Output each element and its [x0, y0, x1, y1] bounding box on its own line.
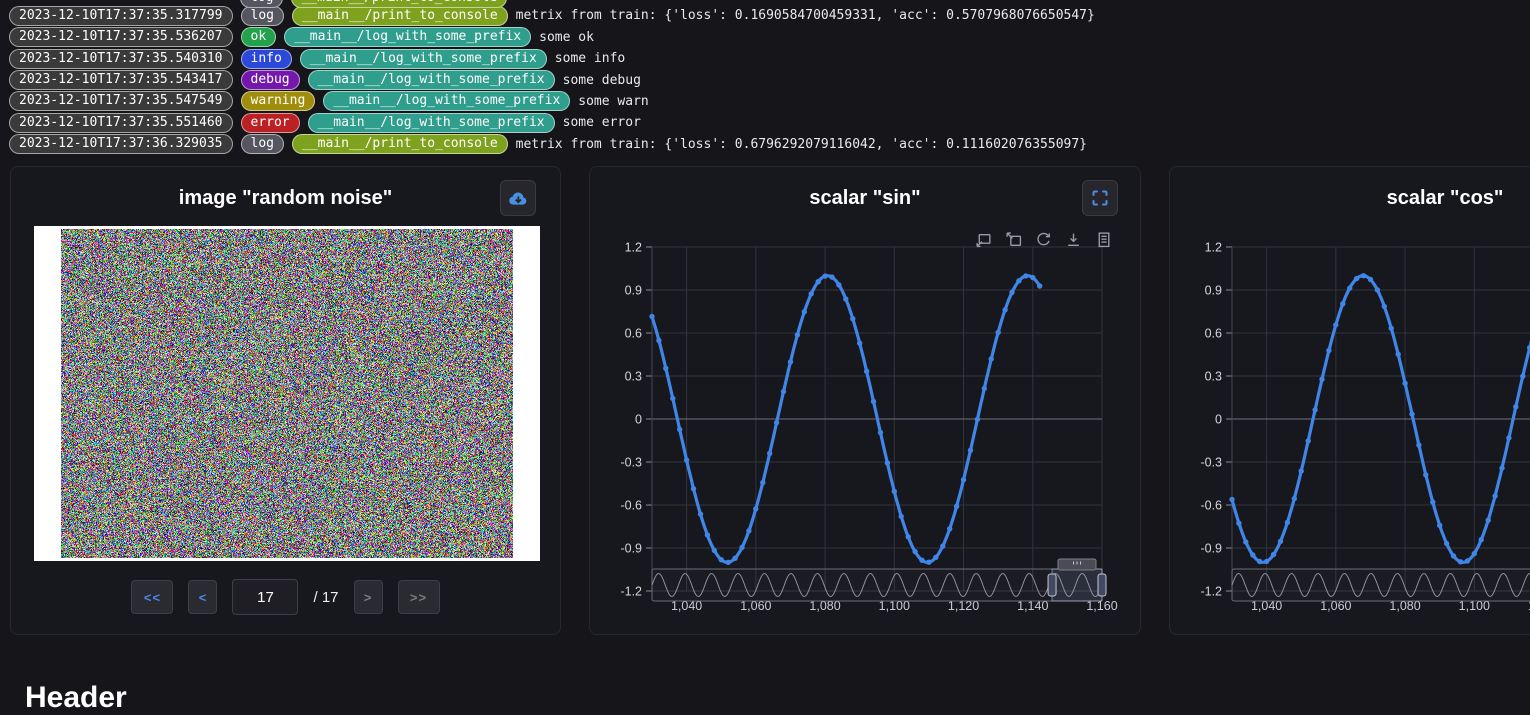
page-total-label: / 17	[313, 589, 338, 606]
log-message: metrix from train: {'loss': 0.1690584700…	[516, 8, 1095, 23]
log-message: some ok	[539, 30, 594, 45]
cos-card-title: scalar "cos"	[1170, 187, 1530, 210]
download-image-button[interactable]	[500, 180, 536, 216]
cloud-download-icon	[507, 188, 529, 208]
image-viewer	[34, 226, 540, 561]
log-line: 2023-12-10T17:37:35.547549 warning __mai…	[0, 91, 1530, 112]
log-timestamp: 2023-12-10T17:37:36.329035	[9, 134, 233, 154]
log-line: 2023-12-10T17:37:36.329035 log __main__/…	[0, 134, 1530, 155]
log-timestamp: 2023-12-10T17:37:35.547549	[9, 91, 233, 111]
datazoom-handle-right[interactable]	[1098, 574, 1106, 596]
log-module-badge: __main__/log_with_some_prefix	[308, 113, 555, 133]
log-module-badge: __main__/log_with_some_prefix	[300, 49, 547, 69]
prev-page-button[interactable]: <	[188, 580, 217, 614]
log-message: metrix from train: {'loss': 0.6796292079…	[516, 137, 1087, 152]
log-module-badge: __main__/log_with_some_prefix	[308, 70, 555, 90]
y-axis-label: 0.9	[1205, 284, 1222, 298]
data-view-icon[interactable]	[1095, 231, 1112, 248]
y-axis-label: 1.2	[1205, 241, 1222, 255]
fullscreen-icon	[1091, 189, 1109, 207]
log-level-badge: info	[241, 49, 292, 69]
log-message: some error	[563, 115, 641, 130]
grid	[646, 247, 1102, 591]
datazoom-slider[interactable]	[652, 559, 1106, 601]
log-line: 2023-12-10T17:37:35.536207 ok __main__/l…	[0, 26, 1530, 47]
y-axis-label: 0.3	[625, 370, 642, 384]
first-page-button[interactable]: <<	[131, 580, 173, 614]
log-message: some debug	[563, 73, 641, 88]
y-axis-label: -0.3	[1200, 456, 1222, 470]
log-module-badge: __main__/print_to_console	[292, 134, 508, 154]
next-page-button[interactable]: >	[354, 580, 383, 614]
image-card-title: image "random noise"	[11, 187, 560, 210]
y-axis-label: 0	[1215, 413, 1222, 427]
restore-icon[interactable]	[1035, 231, 1052, 248]
y-axis-label: -0.9	[1200, 542, 1222, 556]
log-level-badge: log	[241, 134, 284, 154]
log-module-badge: __main__/print_to_console	[291, 0, 507, 8]
log-line: log __main__/print_to_console	[0, 0, 515, 8]
log-timestamp: 2023-12-10T17:37:35.543417	[9, 70, 233, 90]
y-axis-label: 0	[635, 413, 642, 427]
y-axis-label: -1.2	[1200, 585, 1222, 599]
fullscreen-button[interactable]	[1082, 180, 1118, 216]
log-line: 2023-12-10T17:37:35.540310 info __main__…	[0, 48, 1530, 69]
log-level-badge: debug	[241, 70, 300, 90]
log-level-badge: ok	[241, 27, 277, 47]
log-line: 2023-12-10T17:37:35.543417 debug __main_…	[0, 69, 1530, 90]
sin-card-title: scalar "sin"	[590, 187, 1140, 210]
y-axis-label: 0.3	[1205, 370, 1222, 384]
log-console: log __main__/print_to_console 2023-12-10…	[0, 0, 1530, 161]
save-image-icon[interactable]	[1065, 231, 1082, 248]
log-level-badge: log	[241, 6, 284, 26]
datazoom-handle-left[interactable]	[1048, 574, 1056, 596]
random-noise-image	[61, 229, 513, 558]
page-number-input[interactable]	[232, 579, 298, 615]
cos-chart-plot: 1.20.90.60.30-0.3-0.6-0.9-1.21,0401,0601…	[1170, 167, 1530, 635]
area-zoom-icon[interactable]	[975, 231, 992, 248]
log-timestamp: 2023-12-10T17:37:35.540310	[9, 49, 233, 69]
log-line: 2023-12-10T17:37:35.551460 error __main_…	[0, 112, 1530, 133]
image-card: image "random noise" << < / 17 > >>	[10, 166, 561, 635]
log-module-badge: __main__/log_with_some_prefix	[284, 27, 531, 47]
log-timestamp: 2023-12-10T17:37:35.551460	[9, 113, 233, 133]
log-timestamp: 2023-12-10T17:37:35.536207	[9, 27, 233, 47]
log-module-badge: __main__/log_with_some_prefix	[323, 91, 570, 111]
y-axis-label: 0.6	[1205, 327, 1222, 341]
sin-chart-card: 1.20.90.60.30-0.3-0.6-0.9-1.21,0401,0601…	[589, 166, 1141, 635]
y-axis-label: 1.2	[625, 241, 642, 255]
y-axis-label: 0.6	[625, 327, 642, 341]
log-message: some warn	[578, 94, 648, 109]
last-page-button[interactable]: >>	[398, 580, 440, 614]
y-axis-label: -0.6	[1200, 499, 1222, 513]
y-axis-label: -0.3	[620, 456, 642, 470]
y-axis-label: -0.9	[620, 542, 642, 556]
grid	[1226, 247, 1530, 591]
y-axis-label: -1.2	[620, 585, 642, 599]
log-level-badge: warning	[241, 91, 316, 111]
cos-chart-card: 1.20.90.60.30-0.3-0.6-0.9-1.21,0401,0601…	[1169, 166, 1530, 635]
zoom-reset-icon[interactable]	[1005, 231, 1022, 248]
y-axis-label: -0.6	[620, 499, 642, 513]
datazoom-slider[interactable]	[1232, 559, 1530, 601]
image-pagination: << < / 17 > >>	[11, 579, 560, 615]
chart-toolbar	[975, 231, 1112, 248]
section-heading: Header	[25, 681, 127, 715]
log-message: some info	[555, 51, 625, 66]
log-level-badge: error	[241, 113, 300, 133]
log-level-badge: log	[240, 0, 283, 8]
log-timestamp: 2023-12-10T17:37:35.317799	[9, 6, 233, 26]
log-module-badge: __main__/print_to_console	[292, 6, 508, 26]
y-axis-label: 0.9	[625, 284, 642, 298]
